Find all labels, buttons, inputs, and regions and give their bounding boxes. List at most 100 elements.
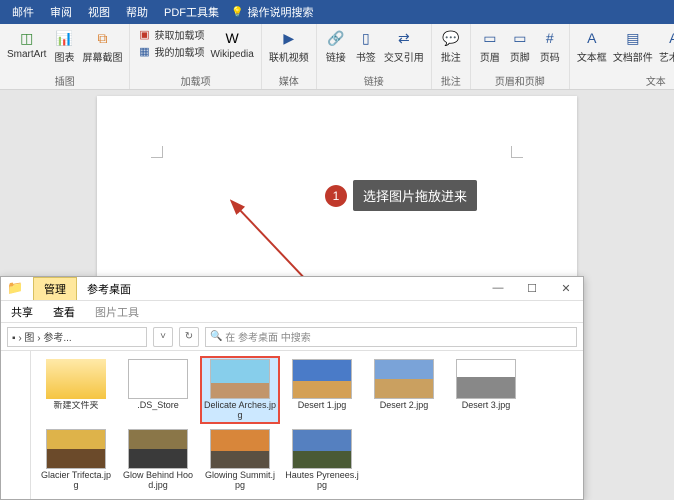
refresh-button[interactable]: ↻ bbox=[179, 327, 199, 347]
group-headerfooter-label: 页眉和页脚 bbox=[475, 72, 565, 89]
chart-button[interactable]: 📊图表 bbox=[49, 26, 79, 66]
link-icon: 🔗 bbox=[326, 28, 346, 48]
explorer-titlebar[interactable]: 📁 管理 参考桌面 — ☐ ✕ bbox=[1, 277, 583, 301]
image-thumbnail bbox=[128, 429, 188, 469]
tell-me-label: 操作说明搜索 bbox=[247, 4, 313, 20]
file-item[interactable]: Glacier Trifecta.jpg bbox=[37, 427, 115, 493]
smartart-icon: ◫ bbox=[17, 28, 37, 48]
textbox-button[interactable]: A文本框 bbox=[574, 26, 610, 66]
comment-icon: 💬 bbox=[441, 28, 461, 48]
comment-button[interactable]: 💬批注 bbox=[436, 26, 466, 66]
file-item[interactable]: Desert 1.jpg bbox=[283, 357, 361, 423]
wordart-icon: A bbox=[664, 28, 674, 48]
explorer-menubar: 共享 查看 图片工具 bbox=[1, 301, 583, 323]
explorer-file-grid[interactable]: 新建文件夹 .DS_Store Delicate Arches.jpg Desert … bbox=[31, 351, 583, 499]
link-label: 链接 bbox=[326, 49, 346, 64]
group-illustrations: ◫SmartArt 📊图表 ⧉屏幕截图 插图 bbox=[0, 24, 130, 89]
explorer-nav-pane[interactable] bbox=[1, 351, 31, 499]
file-item[interactable]: Desert 2.jpg bbox=[365, 357, 443, 423]
wikipedia-icon: W bbox=[222, 28, 242, 48]
quickparts-label: 文档部件 bbox=[613, 49, 653, 64]
wordart-button[interactable]: A艺术字 bbox=[656, 26, 674, 66]
group-media-label: 媒体 bbox=[266, 72, 312, 89]
menu-share[interactable]: 共享 bbox=[1, 304, 43, 320]
file-item[interactable]: .DS_Store bbox=[119, 357, 197, 423]
pagenum-button[interactable]: #页码 bbox=[535, 26, 565, 66]
breadcrumb[interactable]: ▪ › 图 › 参考... bbox=[7, 327, 147, 347]
maximize-button[interactable]: ☐ bbox=[515, 277, 549, 299]
file-name-label: Glowing Summit.jpg bbox=[203, 471, 277, 491]
callout-text: 选择图片拖放进来 bbox=[353, 180, 477, 211]
group-media: ▶联机视频 媒体 bbox=[262, 24, 317, 89]
wordart-label: 艺术字 bbox=[659, 49, 674, 64]
footer-button[interactable]: ▭页脚 bbox=[505, 26, 535, 66]
header-button[interactable]: ▭页眉 bbox=[475, 26, 505, 66]
video-icon: ▶ bbox=[279, 28, 299, 48]
folder-icon: 📁 bbox=[7, 280, 27, 300]
image-thumbnail bbox=[292, 429, 352, 469]
file-item[interactable]: Desert 3.jpg bbox=[447, 357, 525, 423]
image-thumbnail bbox=[210, 359, 270, 399]
menu-picture-tools[interactable]: 图片工具 bbox=[85, 304, 149, 320]
file-item[interactable]: Glowing Summit.jpg bbox=[201, 427, 279, 493]
group-text: A文本框 ▤文档部件 A艺术字 A≡首字下沉 文本 bbox=[570, 24, 674, 89]
search-icon: 🔍 bbox=[210, 331, 222, 342]
explorer-context-tab[interactable]: 管理 bbox=[33, 277, 77, 300]
nav-up-button[interactable]: ˅ bbox=[153, 327, 173, 347]
header-icon: ▭ bbox=[480, 28, 500, 48]
group-addins-label: 加载项 bbox=[134, 72, 256, 89]
my-addins-button[interactable]: ▦我的加载项 bbox=[134, 43, 207, 60]
file-icon bbox=[128, 359, 188, 399]
tab-pdf[interactable]: PDF工具集 bbox=[156, 0, 227, 24]
tell-me-search[interactable]: 💡 操作说明搜索 bbox=[231, 4, 313, 20]
file-name-label: Delicate Arches.jpg bbox=[203, 401, 277, 421]
crossref-label: 交叉引用 bbox=[384, 49, 424, 64]
quickparts-icon: ▤ bbox=[623, 28, 643, 48]
get-addins-button[interactable]: ▣获取加载项 bbox=[134, 26, 207, 43]
file-name-label: Hautes Pyrenees.jpg bbox=[285, 471, 359, 491]
group-links-label: 链接 bbox=[321, 72, 427, 89]
smartart-label: SmartArt bbox=[7, 49, 46, 60]
smartart-button[interactable]: ◫SmartArt bbox=[4, 26, 49, 62]
callout-number: 1 bbox=[325, 185, 347, 207]
tab-review[interactable]: 审阅 bbox=[42, 0, 80, 24]
minimize-button[interactable]: — bbox=[481, 277, 515, 299]
footer-label: 页脚 bbox=[510, 49, 530, 64]
file-name-label: Glacier Trifecta.jpg bbox=[39, 471, 113, 491]
video-label: 联机视频 bbox=[269, 49, 309, 64]
comment-label: 批注 bbox=[441, 49, 461, 64]
file-name-label: Glow Behind Hood.jpg bbox=[121, 471, 195, 491]
chart-label: 图表 bbox=[54, 49, 74, 64]
online-video-button[interactable]: ▶联机视频 bbox=[266, 26, 312, 66]
tab-view[interactable]: 视图 bbox=[80, 0, 118, 24]
quickparts-button[interactable]: ▤文档部件 bbox=[610, 26, 656, 66]
bookmark-label: 书签 bbox=[356, 49, 376, 64]
explorer-search[interactable]: 🔍 在 参考桌面 中搜索 bbox=[205, 327, 577, 347]
file-item[interactable]: Hautes Pyrenees.jpg bbox=[283, 427, 361, 493]
file-explorer-window: 📁 管理 参考桌面 — ☐ ✕ 共享 查看 图片工具 ▪ › 图 › 参考...… bbox=[0, 276, 584, 500]
bookmark-button[interactable]: ▯书签 bbox=[351, 26, 381, 66]
file-name-label: 新建文件夹 bbox=[53, 401, 98, 411]
tab-help[interactable]: 帮助 bbox=[118, 0, 156, 24]
tab-mail[interactable]: 邮件 bbox=[4, 0, 42, 24]
crossref-button[interactable]: ⇄交叉引用 bbox=[381, 26, 427, 66]
file-item[interactable]: 新建文件夹 bbox=[37, 357, 115, 423]
link-button[interactable]: 🔗链接 bbox=[321, 26, 351, 66]
image-thumbnail bbox=[210, 429, 270, 469]
margin-corner-tl bbox=[151, 146, 163, 158]
explorer-address-bar: ▪ › 图 › 参考... ˅ ↻ 🔍 在 参考桌面 中搜索 bbox=[1, 323, 583, 351]
file-item[interactable]: Glow Behind Hood.jpg bbox=[119, 427, 197, 493]
group-illustrations-label: 插图 bbox=[4, 72, 125, 89]
group-headerfooter: ▭页眉 ▭页脚 #页码 页眉和页脚 bbox=[471, 24, 570, 89]
file-item[interactable]: Delicate Arches.jpg bbox=[201, 357, 279, 423]
file-name-label: Desert 2.jpg bbox=[380, 401, 429, 411]
wikipedia-button[interactable]: WWikipedia bbox=[207, 26, 256, 62]
screenshot-button[interactable]: ⧉屏幕截图 bbox=[79, 26, 125, 66]
group-text-label: 文本 bbox=[574, 72, 674, 89]
close-button[interactable]: ✕ bbox=[549, 277, 583, 299]
image-thumbnail bbox=[292, 359, 352, 399]
menu-view[interactable]: 查看 bbox=[43, 304, 85, 320]
group-links: 🔗链接 ▯书签 ⇄交叉引用 链接 bbox=[317, 24, 432, 89]
footer-icon: ▭ bbox=[510, 28, 530, 48]
chart-icon: 📊 bbox=[54, 28, 74, 48]
